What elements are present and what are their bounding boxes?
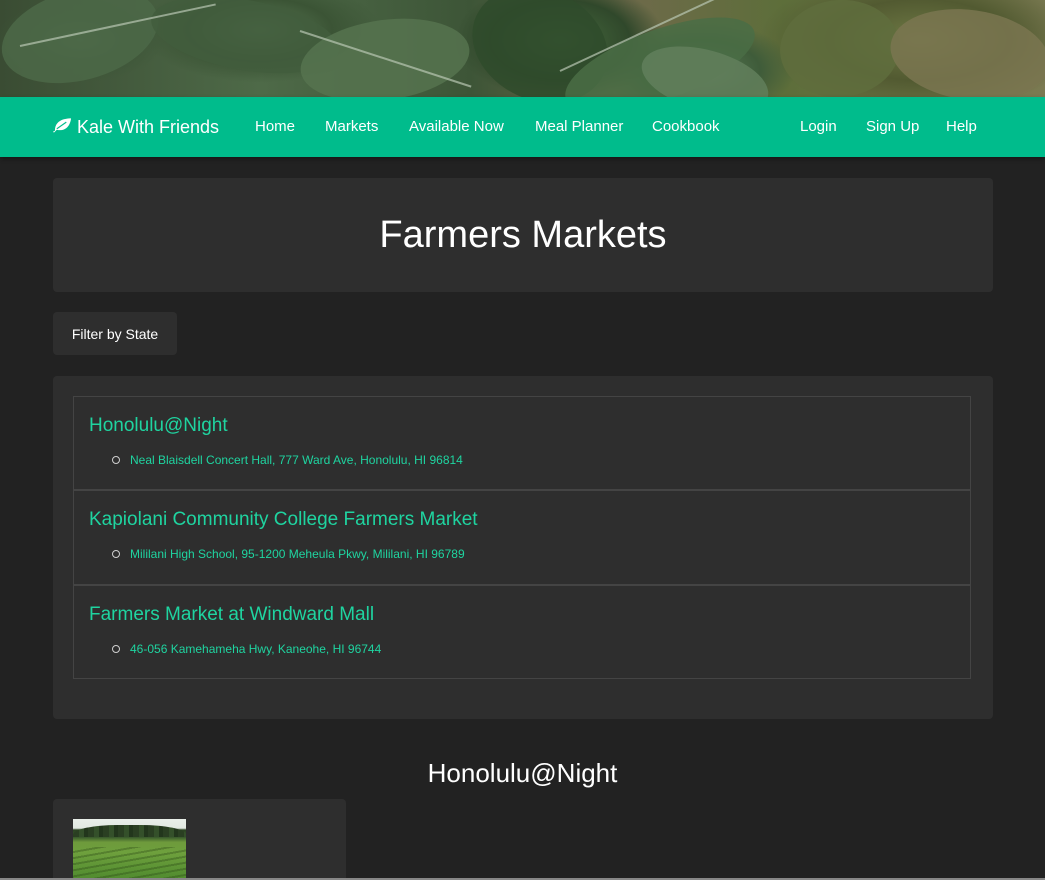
market-item[interactable]: Kapiolani Community College Farmers Mark… (73, 490, 971, 585)
filter-by-state-button[interactable]: Filter by State (53, 312, 177, 355)
bullet-icon (112, 550, 120, 558)
market-address[interactable]: Mililani High School, 95-1200 Meheula Pk… (130, 547, 465, 561)
bullet-icon (112, 645, 120, 653)
market-list: Honolulu@Night Neal Blaisdell Concert Ha… (53, 376, 993, 719)
nav-markets[interactable]: Markets (325, 97, 378, 157)
page-title: Farmers Markets (379, 213, 667, 256)
brand-link[interactable]: Kale With Friends (53, 97, 219, 157)
navbar: Kale With Friends Home Markets Available… (0, 97, 1045, 157)
leaf-icon (53, 117, 72, 138)
nav-help[interactable]: Help (946, 97, 977, 157)
nav-cookbook[interactable]: Cookbook (652, 97, 720, 157)
bullet-icon (112, 456, 120, 464)
nav-login[interactable]: Login (800, 97, 837, 157)
nav-available-now[interactable]: Available Now (409, 97, 504, 157)
nav-home[interactable]: Home (255, 97, 295, 157)
market-name[interactable]: Kapiolani Community College Farmers Mark… (89, 509, 478, 531)
market-photo (73, 819, 186, 880)
market-name[interactable]: Honolulu@Night (89, 415, 228, 437)
market-address[interactable]: 46-056 Kamehameha Hwy, Kaneohe, HI 96744 (130, 642, 381, 656)
brand-name: Kale With Friends (77, 116, 220, 137)
page-header: Farmers Markets (53, 178, 993, 292)
nav-sign-up[interactable]: Sign Up (866, 97, 919, 157)
market-name[interactable]: Farmers Market at Windward Mall (89, 604, 374, 626)
banner-image (0, 0, 1045, 97)
market-detail-card (53, 799, 346, 880)
market-item[interactable]: Honolulu@Night Neal Blaisdell Concert Ha… (73, 396, 971, 490)
market-item[interactable]: Farmers Market at Windward Mall 46-056 K… (73, 585, 971, 679)
selected-market-title: Honolulu@Night (427, 758, 618, 788)
nav-meal-planner[interactable]: Meal Planner (535, 97, 623, 157)
market-address[interactable]: Neal Blaisdell Concert Hall, 777 Ward Av… (130, 453, 463, 467)
